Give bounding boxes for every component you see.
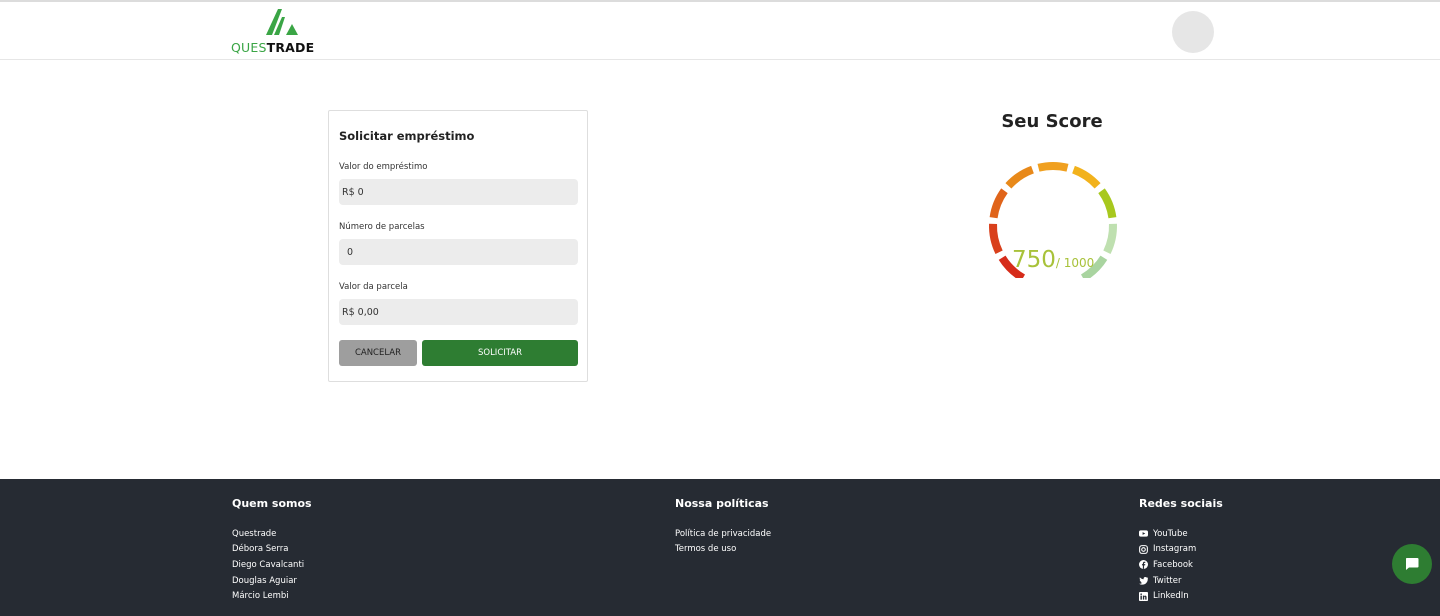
chat-button[interactable]	[1392, 544, 1432, 584]
linkedin-link[interactable]: LinkedIn	[1139, 588, 1196, 604]
twitter-link[interactable]: Twitter	[1139, 573, 1196, 589]
linkedin-icon	[1139, 591, 1148, 601]
cancel-button[interactable]: CANCELAR	[339, 340, 417, 366]
gauge-segment	[1071, 165, 1101, 189]
youtube-link[interactable]: YouTube	[1139, 526, 1196, 542]
footer-social-list: YouTube Instagram Facebook Twitter Linke…	[1139, 526, 1196, 604]
footer-policies-list: Política de privacidade Termos de uso	[675, 526, 771, 557]
privacy-policy-link[interactable]: Política de privacidade	[675, 526, 771, 542]
footer-about-list: Questrade Débora Serra Diego Cavalcanti …	[232, 526, 304, 604]
installments-input[interactable]	[339, 239, 578, 265]
gauge-segment	[1098, 188, 1117, 219]
user-avatar[interactable]	[1172, 11, 1214, 53]
footer-social-heading: Redes sociais	[1139, 497, 1223, 510]
footer-policies-heading: Nossa políticas	[675, 497, 769, 510]
installments-label: Número de parcelas	[339, 222, 425, 232]
linkedin-label: LinkedIn	[1153, 591, 1189, 602]
instagram-label: Instagram	[1153, 544, 1197, 555]
gauge-segment	[1103, 223, 1117, 255]
youtube-label: YouTube	[1153, 528, 1188, 539]
score-title: Seu Score	[1001, 111, 1103, 132]
footer-link[interactable]: Débora Serra	[232, 542, 304, 558]
gauge-segment	[1005, 165, 1035, 189]
gauge-segment	[1037, 162, 1069, 172]
facebook-link[interactable]: Facebook	[1139, 557, 1196, 573]
score-value: 750/ 1000	[1012, 247, 1095, 273]
score-max: / 1000	[1055, 256, 1095, 270]
loan-request-card: Solicitar empréstimo Valor do empréstimo…	[328, 110, 588, 382]
questrade-logo[interactable]: QUESTRADE	[231, 7, 335, 57]
footer: Quem somos Questrade Débora Serra Diego …	[0, 479, 1440, 616]
loan-amount-input[interactable]	[339, 179, 578, 205]
installment-value-label: Valor da parcela	[339, 282, 408, 292]
gauge-segment	[989, 223, 1003, 255]
footer-link[interactable]: Diego Cavalcanti	[232, 557, 304, 573]
chat-bubble-icon	[1406, 558, 1419, 570]
twitter-icon	[1139, 577, 1148, 585]
instagram-link[interactable]: Instagram	[1139, 542, 1196, 558]
submit-loan-button[interactable]: SOLICITAR	[422, 340, 578, 366]
logo-wordmark: QUESTRADE	[231, 40, 315, 55]
instagram-icon	[1139, 544, 1148, 554]
facebook-icon	[1139, 560, 1148, 570]
questrade-logo-icon	[266, 9, 298, 35]
loan-form-title: Solicitar empréstimo	[339, 129, 475, 143]
footer-link[interactable]: Questrade	[232, 526, 304, 542]
gauge-segment	[989, 188, 1008, 219]
twitter-label: Twitter	[1153, 575, 1182, 586]
installment-value-input[interactable]	[339, 299, 578, 325]
footer-about-heading: Quem somos	[232, 497, 312, 510]
facebook-label: Facebook	[1153, 559, 1193, 570]
footer-link[interactable]: Douglas Aguiar	[232, 573, 304, 589]
terms-of-use-link[interactable]: Termos de uso	[675, 542, 771, 558]
header: QUESTRADE	[0, 0, 1440, 60]
loan-amount-label: Valor do empréstimo	[339, 162, 428, 172]
youtube-icon	[1139, 530, 1148, 537]
footer-link[interactable]: Márcio Lembi	[232, 588, 304, 604]
